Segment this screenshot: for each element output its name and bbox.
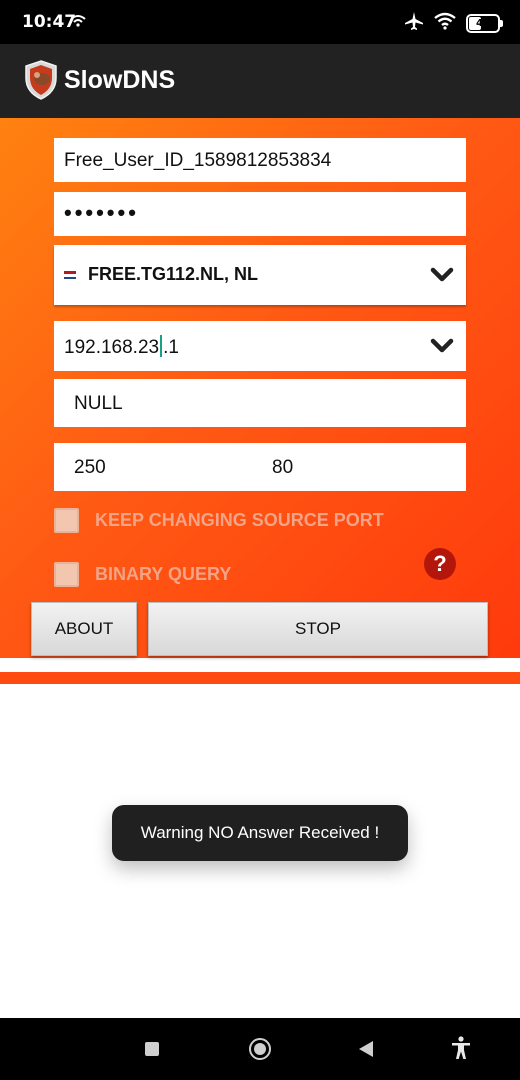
help-icon[interactable]: ? (424, 548, 456, 580)
battery-level: 46 (476, 17, 490, 29)
chevron-down-icon[interactable] (430, 338, 454, 360)
wifi-small-icon (70, 13, 86, 32)
server-select[interactable]: FREE.TG112.NL, NL (54, 245, 466, 305)
navigation-bar (0, 1018, 520, 1080)
text-cursor (160, 335, 163, 357)
back-icon[interactable] (358, 1040, 374, 1063)
about-button[interactable]: ABOUT (31, 602, 137, 656)
nl-flag-icon (64, 271, 76, 280)
connection-panel: Free_User_ID_1589812853834 ••••••• FREE.… (0, 118, 520, 658)
wifi-icon (434, 12, 456, 34)
accessibility-icon[interactable] (450, 1036, 472, 1065)
port-right-field[interactable]: 80 (272, 457, 293, 479)
user-id-field[interactable]: Free_User_ID_1589812853834 (54, 138, 466, 182)
binary-query-option[interactable]: BINARY QUERY (54, 562, 231, 587)
source-port-checkbox[interactable] (54, 508, 79, 533)
dns-value-end: .1 (163, 337, 179, 358)
home-icon[interactable] (249, 1038, 271, 1060)
dns-select[interactable]: 192.168.23.1 (54, 321, 466, 371)
binary-query-checkbox[interactable] (54, 562, 79, 587)
stop-button[interactable]: STOP (148, 602, 488, 656)
warning-toast: Warning NO Answer Received ! (112, 805, 408, 861)
dns-value-start: 192.168.23 (64, 337, 160, 358)
source-port-label: KEEP CHANGING SOURCE PORT (95, 510, 384, 530)
battery-icon: 46 (466, 13, 503, 33)
status-time: 10:47 (22, 12, 77, 32)
app-bar: SlowDNS (0, 44, 520, 118)
payload-field[interactable]: NULL (54, 379, 466, 427)
divider-stripe (0, 672, 520, 684)
airplane-icon (404, 11, 424, 35)
server-value: FREE.TG112.NL, NL (88, 264, 259, 284)
ports-row: 250 80 (54, 443, 466, 491)
binary-query-label: BINARY QUERY (95, 564, 232, 584)
status-bar: 10:47 46 (0, 0, 520, 44)
app-logo-icon (24, 60, 58, 105)
password-field[interactable]: ••••••• (54, 192, 466, 236)
source-port-option[interactable]: KEEP CHANGING SOURCE PORT (54, 508, 384, 533)
chevron-down-icon[interactable] (430, 267, 454, 288)
port-left-field[interactable]: 250 (74, 457, 106, 479)
recents-icon[interactable] (145, 1042, 159, 1056)
app-title: SlowDNS (64, 66, 176, 94)
